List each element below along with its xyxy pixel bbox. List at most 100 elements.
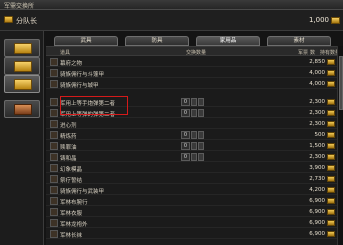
- tab-weapons[interactable]: 武具: [54, 36, 118, 46]
- header-bar: 分队长 1,000: [0, 10, 343, 31]
- item-icon: [50, 131, 58, 139]
- tabs: 武具 防具 家用品 素材: [46, 36, 343, 46]
- list-item[interactable]: 军林长袜 6,900: [46, 229, 343, 239]
- tab-materials[interactable]: 素材: [267, 36, 331, 46]
- item-price: 2,850: [309, 59, 325, 65]
- coin-icon: [327, 209, 335, 215]
- list-item[interactable]: 精炼药 0 500: [46, 130, 343, 140]
- item-name: 赎罪油: [60, 145, 77, 151]
- item-icon: [50, 98, 58, 106]
- category-button-4[interactable]: [4, 100, 40, 118]
- coin-icon: [327, 154, 335, 160]
- quantity-increment-button[interactable]: [198, 98, 204, 106]
- quantity-increment-button[interactable]: [198, 109, 204, 117]
- item-price: 2,300: [309, 99, 325, 105]
- coin-icon: [327, 99, 335, 105]
- item-price: 1,500: [309, 143, 325, 149]
- coin-icon: [331, 17, 340, 24]
- list-item[interactable]: 骑族佣行与城甲 4,000: [46, 79, 343, 89]
- list-item[interactable]: 进心剂 2,300: [46, 119, 343, 129]
- list-item[interactable]: 幻象模晶 3,900: [46, 163, 343, 173]
- list-item[interactable]: 祭疗誓结 2,730: [46, 174, 343, 184]
- coin-icon: [327, 110, 335, 116]
- item-name: 骑族佣行与武装甲: [60, 189, 105, 195]
- scrollbar[interactable]: [337, 46, 343, 245]
- item-price: 6,900: [309, 220, 325, 226]
- category-sidebar: [0, 31, 44, 245]
- quantity-stepper[interactable]: 0: [181, 109, 239, 117]
- list-item[interactable]: 骑族佣行与武装甲 4,200: [46, 185, 343, 195]
- item-icon: [50, 58, 58, 66]
- item-price: 4,200: [309, 187, 325, 193]
- category-button-3[interactable]: [4, 75, 40, 93]
- scroll-thumb[interactable]: [339, 56, 343, 110]
- quantity-increment-button[interactable]: [198, 142, 204, 150]
- list-item[interactable]: 军林布腕行 6,900: [46, 196, 343, 206]
- quantity-stepper[interactable]: 0: [181, 153, 239, 161]
- quantity-stepper[interactable]: 0: [181, 98, 239, 106]
- item-price: 500: [314, 132, 326, 138]
- coin-icon: [327, 70, 335, 76]
- item-price: 2,300: [309, 110, 325, 116]
- coin-icon: [327, 176, 335, 182]
- selection-highlight: [60, 96, 128, 115]
- col-exchange-qty: 交换数量: [186, 50, 207, 56]
- quantity-decrement-button[interactable]: [191, 142, 197, 150]
- col-item: 道具: [60, 50, 71, 56]
- quantity-increment-button[interactable]: [198, 153, 204, 161]
- item-icon: [50, 120, 58, 128]
- item-name: 精炼药: [60, 134, 77, 140]
- item-name: 幕府之物: [60, 61, 83, 67]
- category-button-1[interactable]: [4, 39, 40, 57]
- quantity-stepper[interactable]: 0: [181, 142, 239, 150]
- list-item[interactable]: 军林龙袍外 6,900: [46, 218, 343, 228]
- list-item[interactable]: 军林衣服 6,900: [46, 207, 343, 217]
- item-name: 骑族佣行与斗篷甲: [60, 72, 105, 78]
- tab-armor[interactable]: 防具: [125, 36, 189, 46]
- title-bar: 军需交换所: [0, 0, 343, 10]
- gold-bars-icon: [14, 43, 32, 54]
- coin-icon: [327, 132, 335, 138]
- item-price: 2,300: [309, 121, 325, 127]
- chest-icon: [14, 104, 32, 115]
- item-price: 4,000: [309, 81, 325, 87]
- list-item[interactable]: 赎罪油 0 1,500: [46, 141, 343, 151]
- item-price: 4,000: [309, 70, 325, 76]
- quantity-value: 0: [181, 131, 190, 139]
- coin-icon: [327, 231, 335, 237]
- item-icon: [50, 230, 58, 238]
- list-item[interactable]: 骑族佣行与斗篷甲 4,000: [46, 68, 343, 78]
- list-item[interactable]: 幕府之物 2,850: [46, 57, 343, 67]
- column-header: 道具 交换数量 军票 数 持有数量: [46, 47, 343, 56]
- money-amount: 1,000: [308, 16, 329, 24]
- item-name: 幻象模晶: [60, 167, 83, 173]
- quantity-increment-button[interactable]: [198, 131, 204, 139]
- quantity-decrement-button[interactable]: [191, 131, 197, 139]
- item-price: 2,300: [309, 154, 325, 160]
- item-name: 进心剂: [60, 123, 77, 129]
- coin-icon: [327, 81, 335, 87]
- quantity-decrement-button[interactable]: [191, 109, 197, 117]
- item-icon: [50, 164, 58, 172]
- category-button-2[interactable]: [4, 57, 40, 75]
- coin-icon: [327, 187, 335, 193]
- stack-icon: [14, 79, 32, 90]
- quantity-value: 0: [181, 109, 190, 117]
- item-list: 道具 交换数量 军票 数 持有数量 幕府之物 2,850 骑族佣行与斗篷甲 4,…: [46, 46, 343, 245]
- list-item[interactable]: 铸和晶 0 2,300: [46, 152, 343, 162]
- col-count: 数: [310, 50, 316, 56]
- item-name: 军林布腕行: [60, 200, 88, 206]
- quantity-stepper[interactable]: 0: [181, 131, 239, 139]
- quantity-decrement-button[interactable]: [191, 153, 197, 161]
- item-price: 6,900: [309, 209, 325, 215]
- item-icon: [50, 142, 58, 150]
- gold-bars-icon: [14, 61, 32, 72]
- window-title: 军需交换所: [4, 3, 35, 10]
- item-icon: [50, 208, 58, 216]
- item-name: 军林衣服: [60, 211, 83, 217]
- tab-household[interactable]: 家用品: [196, 36, 260, 46]
- coin-icon: [327, 143, 335, 149]
- item-icon: [50, 197, 58, 205]
- quantity-decrement-button[interactable]: [191, 98, 197, 106]
- col-price: 军票: [298, 50, 309, 56]
